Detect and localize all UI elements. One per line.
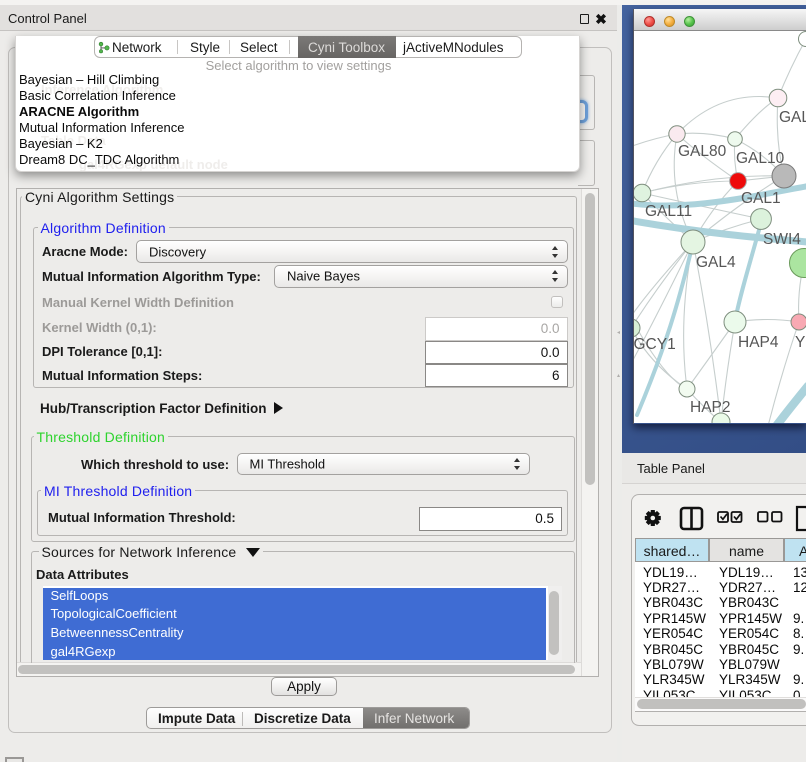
svg-text:SWI4: SWI4 — [763, 231, 801, 248]
svg-text:GAL4: GAL4 — [696, 254, 736, 271]
svg-text:GCY1: GCY1 — [634, 336, 676, 353]
svg-text:Y: Y — [795, 334, 805, 351]
svg-text:HAP2: HAP2 — [690, 399, 731, 416]
svg-text:HAP4: HAP4 — [738, 334, 779, 351]
svg-text:GAL11: GAL11 — [645, 203, 692, 220]
svg-text:GAL: GAL — [779, 109, 806, 126]
svg-text:GAL1: GAL1 — [741, 190, 781, 207]
svg-text:GAL80: GAL80 — [678, 143, 727, 160]
svg-text:GAL10: GAL10 — [736, 150, 785, 167]
